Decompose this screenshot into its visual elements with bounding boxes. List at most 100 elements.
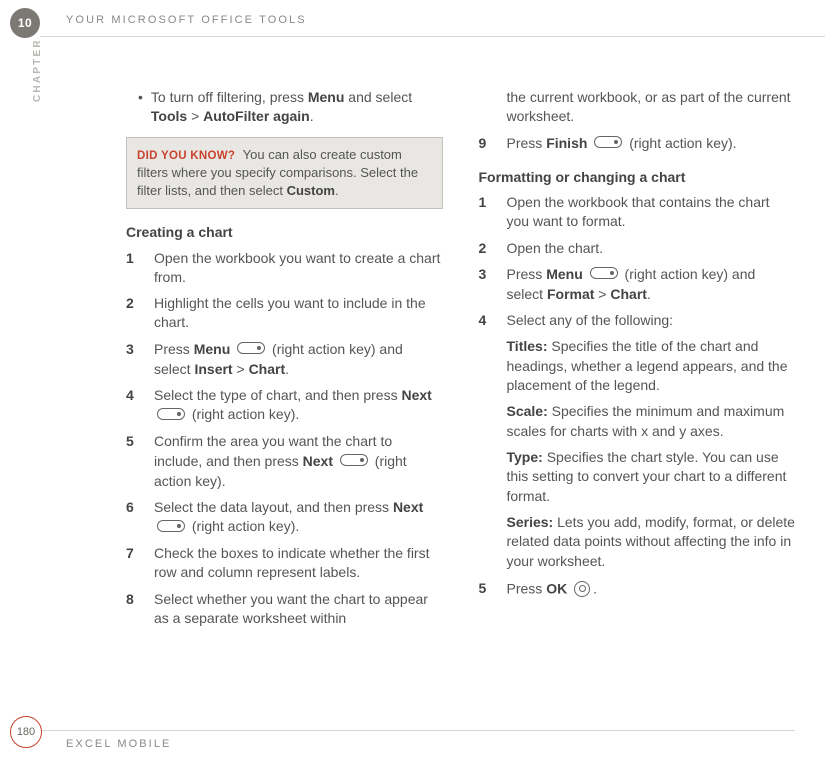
chapter-label-text: CHAPTER [32, 38, 43, 102]
format-label: Format [547, 286, 594, 302]
step-text: Press Menu (right action key) and select… [154, 340, 443, 379]
continuation-text: the current workbook, or as part of the … [507, 88, 796, 127]
chart-label: Chart [610, 286, 647, 302]
sub-text: Specifies the title of the chart and hea… [507, 338, 788, 393]
step-text: Open the workbook that contains the char… [507, 193, 796, 232]
chapter-label-vertical: CHAPTER [10, 40, 22, 130]
header-title: YOUR MICROSOFT OFFICE TOOLS [66, 14, 307, 26]
page-header: 10 YOUR MICROSOFT OFFICE TOOLS [0, 14, 825, 38]
chart-label: Chart [249, 361, 286, 377]
footer-title: EXCEL MOBILE [66, 738, 172, 750]
ok-label: OK [546, 580, 567, 596]
step-number: 2 [126, 294, 140, 333]
filter-off-text: To turn off filtering, press Menu and se… [151, 88, 443, 127]
insert-label: Insert [194, 361, 232, 377]
step-number: 1 [126, 249, 140, 288]
step-number: 5 [126, 432, 140, 491]
text: (right action key). [629, 135, 736, 151]
list-item: 3 Press Menu (right action key) and sele… [479, 265, 796, 304]
step-text: Open the workbook you want to create a c… [154, 249, 443, 288]
list-item: 5 Confirm the area you want the chart to… [126, 432, 443, 491]
right-action-key-icon [340, 452, 368, 471]
step-text: Select the type of chart, and then press… [154, 386, 443, 425]
center-key-icon [574, 579, 590, 600]
list-item: 8 Select whether you want the chart to ap… [126, 590, 443, 629]
list-item: 1 Open the workbook that contains the cha… [479, 193, 796, 232]
sub-text: Specifies the chart style. You can use t… [507, 449, 787, 504]
step-number: 4 [126, 386, 140, 425]
step-text: Select any of the following: [507, 311, 796, 330]
page-footer: 180 EXCEL MOBILE [0, 730, 825, 760]
text: Press [507, 135, 547, 151]
step-text: Confirm the area you want the chart to i… [154, 432, 443, 491]
autofilter-label: AutoFilter again [203, 108, 310, 124]
step-number: 1 [479, 193, 493, 232]
step-number: 3 [479, 265, 493, 304]
text: Press [154, 341, 194, 357]
text: . [310, 108, 314, 124]
step-text: Open the chart. [507, 239, 796, 258]
step-number: 4 [479, 311, 493, 330]
right-action-key-icon [590, 265, 618, 284]
formatting-chart-heading: Formatting or changing a chart [479, 168, 796, 187]
list-item: 6 Select the data layout, and then press… [126, 498, 443, 537]
callout-tag: DID YOU KNOW? [137, 150, 235, 162]
sub-label: Series: [507, 514, 554, 530]
step-number: 5 [479, 579, 493, 600]
text: > [594, 286, 610, 302]
step-5-ok: 5 Press OK . [479, 579, 796, 600]
did-you-know-callout: DID YOU KNOW? You can also create custom… [126, 137, 443, 210]
next-label: Next [401, 387, 431, 403]
finish-label: Finish [546, 135, 587, 151]
chapter-number-badge: 10 [10, 8, 40, 38]
page-number-badge: 180 [10, 716, 42, 748]
menu-label: Menu [546, 266, 583, 282]
list-item: 3 Press Menu (right action key) and sele… [126, 340, 443, 379]
footer-rule [40, 730, 795, 731]
sub-series: Series: Lets you add, modify, format, or… [507, 513, 796, 571]
text: . [647, 286, 651, 302]
text: and select [344, 89, 412, 105]
list-item: 5 Press OK . [479, 579, 796, 600]
text: > [187, 108, 203, 124]
menu-label: Menu [308, 89, 345, 105]
list-item: 4 Select the type of chart, and then pre… [126, 386, 443, 425]
sub-titles: Titles: Specifies the title of the chart… [507, 337, 796, 395]
formatting-chart-steps: 1 Open the workbook that contains the cha… [479, 193, 796, 331]
step-number: 7 [126, 544, 140, 583]
text: To turn off filtering, press [151, 89, 308, 105]
list-item: 2 Highlight the cells you want to include… [126, 294, 443, 333]
menu-label: Menu [194, 341, 231, 357]
list-item: 2 Open the chart. [479, 239, 796, 258]
bullet-dot-icon: • [138, 88, 143, 127]
creating-chart-steps: 1 Open the workbook you want to create a … [126, 249, 443, 629]
step-number: 2 [479, 239, 493, 258]
step-text: Press OK . [507, 579, 796, 600]
list-item: 4 Select any of the following: [479, 311, 796, 330]
step-number: 9 [479, 134, 493, 154]
left-column: • To turn off filtering, press Menu and … [126, 88, 443, 722]
text: . [335, 183, 339, 198]
sub-label: Type: [507, 449, 543, 465]
right-column: the current workbook, or as part of the … [479, 88, 796, 722]
step-number: 3 [126, 340, 140, 379]
custom-label: Custom [287, 183, 335, 198]
step-text: Check the boxes to indicate whether the … [154, 544, 443, 583]
text: > [233, 361, 249, 377]
list-item: 1 Open the workbook you want to create a … [126, 249, 443, 288]
step-number: 8 [126, 590, 140, 629]
filter-off-bullet: • To turn off filtering, press Menu and … [126, 88, 443, 127]
step-text: Select the data layout, and then press N… [154, 498, 443, 537]
content-columns: • To turn off filtering, press Menu and … [126, 88, 795, 722]
sub-label: Titles: [507, 338, 548, 354]
list-item: 9 Press Finish (right action key). [479, 134, 796, 154]
step-text: Select whether you want the chart to app… [154, 590, 443, 629]
text: Select the type of chart, and then press [154, 387, 401, 403]
header-rule [40, 36, 825, 37]
text: Select the data layout, and then press [154, 499, 393, 515]
tools-label: Tools [151, 108, 187, 124]
step-text: Highlight the cells you want to include … [154, 294, 443, 333]
right-action-key-icon [157, 518, 185, 537]
list-item: 7 Check the boxes to indicate whether the… [126, 544, 443, 583]
sub-label: Scale: [507, 403, 548, 419]
